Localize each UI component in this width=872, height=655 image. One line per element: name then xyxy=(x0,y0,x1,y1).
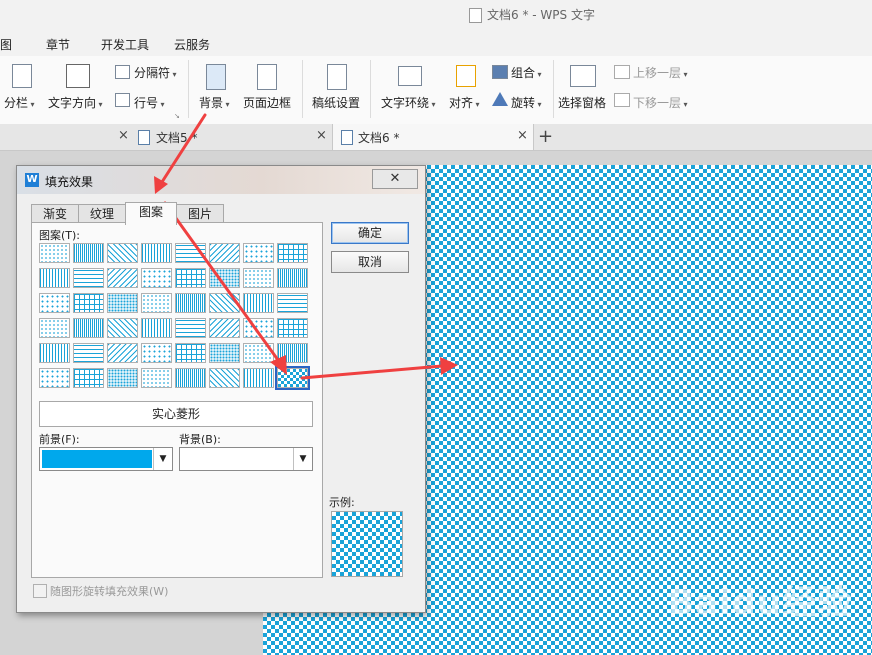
arrowhead xyxy=(270,355,287,375)
annotation-arrow xyxy=(163,201,280,362)
baidu-watermark: Baidu经验 xyxy=(668,583,853,623)
annotation-arrows xyxy=(154,113,458,380)
arrowhead xyxy=(440,357,458,375)
annotation-arrow xyxy=(160,113,207,184)
annotation-arrow xyxy=(300,364,444,380)
tab-pattern[interactable]: 图案 xyxy=(125,202,177,225)
